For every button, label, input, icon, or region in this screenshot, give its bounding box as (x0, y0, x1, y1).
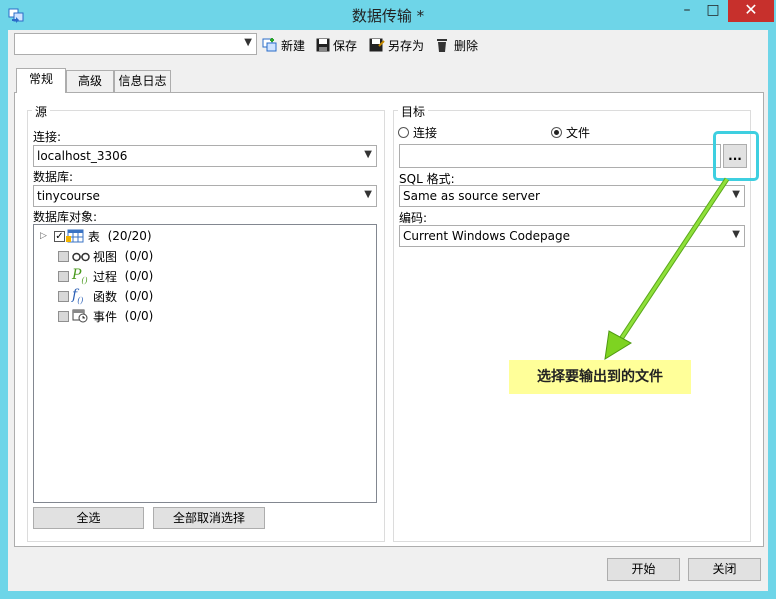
start-button[interactable]: 开始 (607, 558, 680, 581)
tree-item-events[interactable]: 事件 (0/0) (58, 307, 153, 325)
tab-general[interactable]: 常规 (16, 68, 66, 93)
output-file-path-input[interactable] (399, 144, 721, 168)
profile-select[interactable]: ▼ (14, 33, 257, 55)
annotation-arrow-icon (604, 177, 730, 360)
tab-advanced[interactable]: 高级 (66, 70, 114, 92)
views-checkbox[interactable] (58, 250, 69, 262)
radio-circle-selected (551, 127, 562, 138)
table-icon (65, 229, 84, 243)
function-icon: f() (72, 287, 84, 305)
connection-label: 连接: (33, 130, 62, 144)
database-objects-tree[interactable]: ▷ ✓ 表 (20/20) 视图 (0/0) P() 过程 (0/0) f() … (33, 224, 377, 503)
procedures-checkbox[interactable] (58, 270, 69, 282)
general-tab-panel: 源 连接: localhost_3306 ▼ 数据库: tinycourse ▼… (14, 92, 764, 547)
tree-item-count: (0/0) (124, 269, 154, 283)
dialog-client-area: ▼ 新建 保存 另存为 删除 常规 高级 信息日志 源 连接: localhos… (8, 30, 768, 591)
source-database-select[interactable]: tinycourse ▼ (33, 185, 377, 207)
tree-item-count: (20/20) (107, 229, 152, 243)
tree-item-label: 视图 (93, 249, 118, 264)
save-floppy-icon (316, 38, 330, 52)
target-connection-radio[interactable]: 连接 (398, 124, 437, 141)
tab-log[interactable]: 信息日志 (114, 70, 171, 92)
tree-item-label: 过程 (93, 269, 118, 284)
tree-item-procedures[interactable]: P() 过程 (0/0) (58, 267, 153, 285)
save-as-profile-label: 另存为 (388, 38, 425, 53)
source-connection-value: localhost_3306 (37, 149, 128, 163)
save-as-profile-button[interactable]: 另存为 (369, 36, 424, 54)
close-button[interactable]: 关闭 (688, 558, 761, 581)
delete-profile-button[interactable]: 删除 (436, 36, 478, 54)
event-calendar-clock-icon (72, 309, 88, 323)
view-glasses-icon (72, 252, 90, 262)
tree-item-label: 表 (87, 229, 100, 244)
expand-arrow-icon[interactable]: ▷ (40, 231, 47, 241)
target-file-radio-label: 文件 (566, 126, 591, 140)
tree-item-tables[interactable]: ▷ ✓ 表 (20/20) (40, 227, 152, 245)
target-connection-radio-label: 连接 (413, 126, 438, 140)
save-as-floppy-icon (369, 38, 385, 52)
chevron-down-icon: ▼ (364, 149, 372, 160)
chevron-down-icon: ▼ (364, 189, 372, 200)
database-objects-label: 数据库对象: (33, 210, 98, 224)
window-title: 数据传输 * (351, 7, 425, 25)
functions-checkbox[interactable] (58, 290, 69, 302)
close-window-button[interactable]: ✕ (728, 0, 774, 22)
save-profile-button[interactable]: 保存 (316, 36, 357, 54)
maximize-button[interactable]: □ (700, 0, 726, 22)
save-profile-label: 保存 (333, 38, 358, 53)
trash-icon (437, 39, 447, 52)
encoding-value: Current Windows Codepage (403, 229, 570, 243)
minimize-button[interactable]: – (674, 0, 700, 22)
database-label: 数据库: (33, 170, 74, 184)
title-bar: 数据传输 * – □ ✕ (0, 0, 776, 30)
tree-item-count: (0/0) (124, 249, 154, 263)
source-group-label: 源 (32, 103, 51, 120)
annotation-callout: 选择要输出到的文件 (509, 360, 691, 394)
tree-item-count: (0/0) (124, 309, 154, 323)
source-connection-select[interactable]: localhost_3306 ▼ (33, 145, 377, 167)
target-file-radio[interactable]: 文件 (551, 124, 590, 141)
tree-item-label: 函数 (93, 289, 118, 304)
target-group-label: 目标 (398, 103, 429, 120)
procedure-icon: P() (72, 267, 88, 285)
new-profile-button[interactable]: 新建 (262, 36, 305, 54)
radio-circle (398, 127, 409, 138)
tree-item-count: (0/0) (124, 289, 154, 303)
tree-item-functions[interactable]: f() 函数 (0/0) (58, 287, 153, 305)
chevron-down-icon: ▼ (244, 37, 252, 48)
new-profile-icon (262, 38, 277, 52)
encoding-label: 编码: (399, 211, 428, 225)
sql-format-value: Same as source server (403, 189, 540, 203)
delete-profile-label: 删除 (454, 38, 479, 53)
deselect-all-button[interactable]: 全部取消选择 (153, 507, 265, 529)
tables-checkbox[interactable]: ✓ (53, 230, 65, 242)
select-all-button[interactable]: 全选 (33, 507, 144, 529)
source-database-value: tinycourse (37, 189, 100, 203)
tree-item-label: 事件 (93, 309, 118, 324)
new-profile-label: 新建 (281, 38, 306, 53)
events-checkbox[interactable] (58, 310, 69, 322)
data-transfer-window: 数据传输 * – □ ✕ ▼ 新建 保存 另存为 删除 常规 高级 信息日志 源… (0, 0, 776, 599)
tree-item-views[interactable]: 视图 (0/0) (58, 247, 153, 265)
